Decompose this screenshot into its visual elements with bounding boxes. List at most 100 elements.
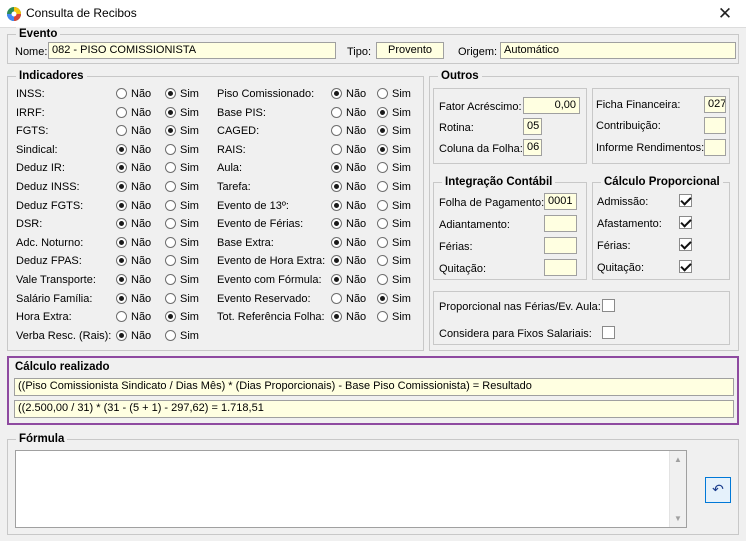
informe-field[interactable] <box>704 139 726 156</box>
inss-label: INSS: <box>16 88 45 100</box>
rais-sim-radio[interactable] <box>377 143 388 155</box>
tarefa-nao-radio[interactable] <box>331 181 342 192</box>
inss-sim-radio[interactable] <box>165 88 176 99</box>
evento-com-formula-sim-label: Sim <box>392 274 411 286</box>
dsr-nao-radio[interactable] <box>116 218 127 230</box>
evento-reservado-label: Evento Reservado: <box>217 292 311 305</box>
coluna-field[interactable]: 06 <box>523 139 542 156</box>
verba-resc-rais-sim-radio[interactable] <box>165 329 176 341</box>
verba-resc-rais-sim-label: Sim <box>180 329 199 342</box>
salario-familia-sim-radio[interactable] <box>165 292 176 304</box>
deduz-fpas-sim-radio[interactable] <box>165 255 176 267</box>
formula-textarea[interactable]: ▲ ▼ <box>15 450 687 528</box>
proporcional-ferias-checkbox[interactable] <box>602 299 615 312</box>
deduz-inss-nao-radio[interactable] <box>116 181 127 192</box>
proporcional-admissao-checkbox[interactable] <box>679 194 692 207</box>
integracao-adiantamento-field[interactable] <box>544 215 577 232</box>
dsr-label: DSR: <box>16 218 43 231</box>
integracao-ferias-field[interactable] <box>544 237 577 254</box>
indicadores-group: Indicadores INSS: Não Sim IRRF: Não Sim FGTS: N… <box>7 69 424 351</box>
dsr-sim-radio[interactable] <box>165 218 176 230</box>
proporcional-quitacao-checkbox[interactable] <box>679 260 692 273</box>
evento-reservado-nao-radio[interactable] <box>331 292 342 304</box>
base-pis-nao-radio[interactable] <box>331 106 342 118</box>
evento-de-ferias-sim-radio[interactable] <box>377 218 388 230</box>
deduz-ir-sim-label: Sim <box>180 162 199 175</box>
salario-familia-nao-radio[interactable] <box>116 292 127 304</box>
hora-extra-label: Hora Extra: <box>16 311 72 324</box>
irrf-sim-radio[interactable] <box>165 106 176 118</box>
piso-comissionado-sim-radio[interactable] <box>377 88 388 99</box>
evento-de-13-nao-radio[interactable] <box>331 199 342 211</box>
inss-nao-radio[interactable] <box>116 88 127 99</box>
evento-com-formula-sim-radio[interactable] <box>377 274 388 285</box>
caged-sim-radio[interactable] <box>377 125 388 137</box>
tipo-label: Tipo: <box>347 46 372 58</box>
aula-nao-radio[interactable] <box>331 162 342 174</box>
tipo-field[interactable]: Provento <box>376 42 444 59</box>
integracao-folha-de-pagamento-field[interactable]: 0001 <box>544 193 577 210</box>
adc-noturno-sim-radio[interactable] <box>165 236 176 248</box>
deduz-ir-sim-radio[interactable] <box>165 162 176 174</box>
evento-de-hora-extra-nao-radio[interactable] <box>331 255 342 267</box>
evento-de-13-nao-label: Não <box>346 199 367 212</box>
base-extra-label: Base Extra: <box>217 236 274 249</box>
sindical-nao-radio[interactable] <box>116 143 127 155</box>
scroll-down-icon[interactable]: ▼ <box>670 510 686 527</box>
evento-de-hora-extra-sim-radio[interactable] <box>377 255 388 267</box>
sindical-sim-radio[interactable] <box>165 143 176 155</box>
piso-comissionado-nao-radio[interactable] <box>331 88 342 99</box>
calculo-result-field[interactable]: ((2.500,00 / 31) * (31 - (5 + 1) - 297,6… <box>14 400 734 418</box>
origem-field[interactable]: Automático <box>500 42 736 59</box>
nome-field[interactable]: 082 - PISO COMISSIONISTA <box>48 42 336 59</box>
integracao-quitacao-field[interactable] <box>544 259 577 276</box>
deduz-ir-label: Deduz IR: <box>16 162 65 175</box>
deduz-fpas-nao-label: Não <box>131 255 152 268</box>
rotina-field[interactable]: 05 <box>523 118 542 135</box>
hora-extra-sim-radio[interactable] <box>165 311 176 323</box>
tot-referencia-folha-sim-radio[interactable] <box>377 311 388 323</box>
vale-transporte-nao-radio[interactable] <box>116 274 127 285</box>
proporcional-legend: Cálculo Proporcional <box>601 175 723 189</box>
fgts-sim-radio[interactable] <box>165 125 176 137</box>
evento-de-13-sim-radio[interactable] <box>377 199 388 211</box>
rais-nao-radio[interactable] <box>331 143 342 155</box>
verba-resc-rais-nao-radio[interactable] <box>116 329 127 341</box>
hora-extra-nao-radio[interactable] <box>116 311 127 323</box>
fator-field[interactable]: 0,00 <box>523 97 580 114</box>
evento-com-formula-nao-radio[interactable] <box>331 274 342 285</box>
aula-sim-radio[interactable] <box>377 162 388 174</box>
evento-de-ferias-nao-radio[interactable] <box>331 218 342 230</box>
deduz-inss-sim-radio[interactable] <box>165 181 176 192</box>
fgts-nao-radio[interactable] <box>116 125 127 137</box>
informe-label: Informe Rendimentos: <box>596 142 705 154</box>
tot-referencia-folha-nao-radio[interactable] <box>331 311 342 323</box>
evento-com-formula-nao-label: Não <box>346 274 367 286</box>
calculo-formula-field[interactable]: ((Piso Comissionista Sindicato / Dias Mê… <box>14 378 734 396</box>
proporcional-ferias-checkbox[interactable] <box>679 238 692 251</box>
caged-nao-radio[interactable] <box>331 125 342 137</box>
undo-button[interactable]: ↶ <box>705 477 731 503</box>
sindical-label: Sindical: <box>16 143 58 156</box>
proporcional-afastamento-checkbox[interactable] <box>679 216 692 229</box>
piso-comissionado-nao-label: Não <box>346 88 367 100</box>
evento-group: Evento Nome: 082 - PISO COMISSIONISTA Ti… <box>7 27 739 64</box>
deduz-fgts-sim-radio[interactable] <box>165 199 176 211</box>
irrf-nao-radio[interactable] <box>116 106 127 118</box>
adc-noturno-nao-radio[interactable] <box>116 236 127 248</box>
tarefa-sim-radio[interactable] <box>377 181 388 192</box>
scroll-up-icon[interactable]: ▲ <box>670 451 686 468</box>
base-extra-sim-radio[interactable] <box>377 236 388 248</box>
vale-transporte-sim-radio[interactable] <box>165 274 176 285</box>
deduz-fpas-nao-radio[interactable] <box>116 255 127 267</box>
contribuicao-field[interactable] <box>704 117 726 134</box>
base-pis-sim-radio[interactable] <box>377 106 388 118</box>
close-icon[interactable]: ✕ <box>710 2 740 26</box>
deduz-fgts-nao-radio[interactable] <box>116 199 127 211</box>
formula-scrollbar[interactable]: ▲ ▼ <box>669 451 686 527</box>
deduz-ir-nao-radio[interactable] <box>116 162 127 174</box>
base-extra-nao-radio[interactable] <box>331 236 342 248</box>
evento-reservado-sim-radio[interactable] <box>377 292 388 304</box>
fixos-salariais-checkbox[interactable] <box>602 326 615 339</box>
ficha-field[interactable]: 027 <box>704 96 726 113</box>
